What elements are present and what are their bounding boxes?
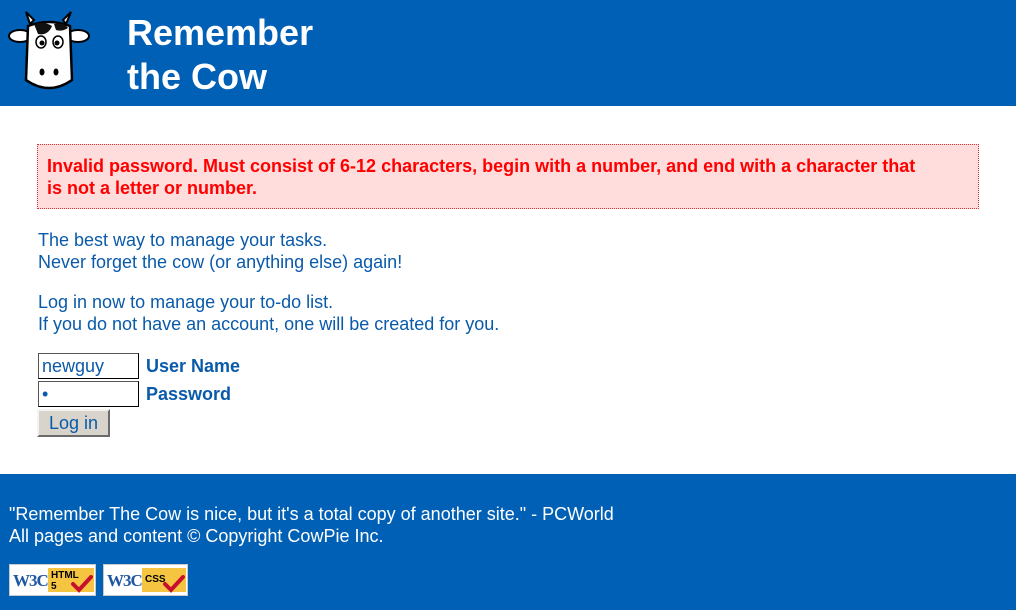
- footer-copyright: All pages and content © Copyright CowPie…: [9, 526, 384, 546]
- w3c-logo: W3C: [13, 571, 49, 590]
- site-title: Remember the Cow: [127, 11, 313, 99]
- checkmark-icon: [71, 575, 93, 593]
- footer-text: "Remember The Cow is nice, but it's a to…: [9, 503, 614, 547]
- login-button[interactable]: Log in: [37, 409, 110, 437]
- error-message: Invalid password. Must consist of 6-12 c…: [47, 155, 969, 199]
- intro-line4: If you do not have an account, one will …: [38, 314, 500, 334]
- login-instructions: Log in now to manage your to-do list. If…: [38, 291, 499, 335]
- error-message-line2: is not a letter or number.: [47, 178, 258, 198]
- checkmark-icon: [163, 575, 185, 593]
- intro-text: The best way to manage your tasks. Never…: [38, 229, 402, 273]
- footer-quote: "Remember The Cow is nice, but it's a to…: [9, 504, 614, 524]
- username-input[interactable]: [38, 353, 139, 379]
- intro-line3: Log in now to manage your to-do list.: [38, 292, 334, 312]
- intro-line1: The best way to manage your tasks.: [38, 230, 328, 250]
- w3c-html5-badge[interactable]: W3C HTML 5: [9, 564, 96, 596]
- error-message-line1: Invalid password. Must consist of 6-12 c…: [47, 156, 916, 176]
- site-footer: "Remember The Cow is nice, but it's a to…: [0, 474, 1016, 610]
- cow-logo-icon: [8, 11, 90, 90]
- error-message-box: Invalid password. Must consist of 6-12 c…: [37, 144, 979, 209]
- password-input[interactable]: [38, 381, 139, 407]
- w3c-logo: W3C: [107, 571, 143, 590]
- password-label: Password: [146, 384, 232, 404]
- site-title-line1: Remember: [127, 12, 314, 53]
- site-header: Remember the Cow: [0, 0, 1016, 106]
- site-title-line2: the Cow: [127, 56, 267, 97]
- w3c-css-badge[interactable]: W3C CSS: [103, 564, 188, 596]
- intro-line2: Never forget the cow (or anything else) …: [38, 252, 403, 272]
- username-label: User Name: [146, 356, 241, 376]
